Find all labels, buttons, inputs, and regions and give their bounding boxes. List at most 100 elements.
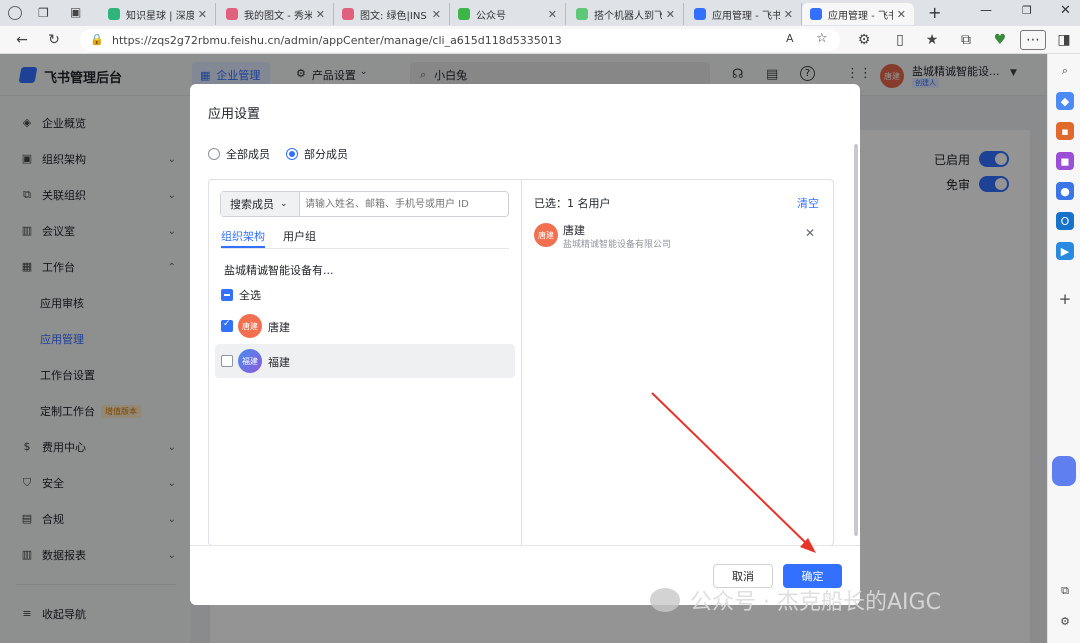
selected-summary: 已选：1 名用户 (534, 197, 611, 210)
office-icon[interactable]: ◼ (1056, 152, 1074, 170)
browser-tab[interactable]: 应用管理 - 飞书管 ✕ (802, 3, 914, 25)
modal-scrollbar[interactable] (854, 144, 858, 536)
copilot-icon[interactable]: ● (1056, 182, 1074, 200)
lock-icon: 🔒 (90, 33, 104, 46)
search-icon[interactable]: ⌕ (1056, 62, 1074, 80)
member-checkbox-checked[interactable]: ✓ (221, 319, 233, 332)
remove-user-icon[interactable]: ✕ (805, 226, 815, 240)
screenshot-icon[interactable]: ⧉ (1056, 582, 1074, 600)
new-tab-button[interactable]: + (928, 3, 941, 22)
radio-dot (208, 148, 220, 160)
tab-label: 知识星球 | 深度连 (126, 10, 194, 22)
back-icon[interactable]: ← (12, 30, 32, 50)
tab-label: 公众号 (476, 10, 506, 22)
watermark: 公众号 · 杰克船长的AIGC (650, 584, 941, 616)
search-type-select[interactable]: 搜索成员 ⌄ (221, 192, 300, 216)
outlook-icon[interactable]: O (1056, 212, 1074, 230)
tab-favicon-icon (694, 8, 706, 20)
selected-user-company: 盐城精诚智能设备有限公司 (563, 240, 672, 250)
tab-favicon-icon (576, 8, 588, 20)
annotation-arrow (651, 392, 816, 553)
select-all-label: 全选 (239, 289, 261, 302)
tab-favicon-icon (226, 8, 238, 20)
chevron-down-icon: ⌄ (280, 199, 288, 209)
browser-tab[interactable]: 应用管理 - 飞书管 ✕ (686, 3, 802, 25)
drop-icon[interactable]: ▶ (1056, 242, 1074, 260)
tab-user-group[interactable]: 用户组 (283, 228, 316, 244)
sidebar-toggle-icon[interactable]: ◨ (1054, 30, 1074, 50)
read-aloud-icon[interactable]: A (786, 32, 794, 45)
radio-dot-selected (286, 148, 298, 160)
member-name: 福建 (268, 356, 290, 369)
tab-close-icon[interactable]: ✕ (666, 8, 675, 21)
address-bar-row: ← ↻ 🔒 https://zqs2g72rbmu.feishu.cn/admi… (0, 26, 1080, 54)
collections-icon[interactable]: ⧉ (956, 30, 976, 50)
selected-user-name: 唐建 (563, 224, 585, 237)
tab-divider (221, 248, 509, 249)
browser-essentials-icon[interactable]: ♥ (990, 30, 1010, 50)
close-window-button[interactable]: ✕ (1060, 3, 1071, 18)
org-breadcrumb: 盐城精诚智能设备有... (224, 264, 334, 277)
member-row[interactable]: ✓ 唐建 唐建 (215, 309, 515, 343)
member-search-box: 搜索成员 ⌄ (220, 191, 509, 217)
tab-actions-icon[interactable]: ▣ (70, 5, 81, 19)
clear-button[interactable]: 清空 (797, 195, 819, 211)
radio-partial-label: 部分成员 (304, 148, 348, 161)
panel-divider (521, 180, 522, 545)
selected-user-avatar: 唐建 (534, 223, 558, 247)
browser-right-sidebar: ⌕ ◆ ▪ ◼ ● O ▶ + ⧉ ⚙ (1047, 54, 1080, 643)
browser-tab-bar: ❐ ▣ 知识星球 | 深度连 ✕ 我的图文 - 秀米XI ✕ 图文: 绿色|INS|简 ✕… (0, 0, 1080, 26)
radio-all-members[interactable]: 全部成员 (208, 146, 270, 162)
checkbox-indeterminate (221, 289, 233, 301)
toolbox-icon[interactable]: ▪ (1056, 122, 1074, 140)
tag-icon[interactable]: ◆ (1056, 92, 1074, 110)
member-name: 唐建 (268, 321, 290, 334)
tab-close-icon[interactable]: ✕ (548, 8, 557, 21)
tab-label: 我的图文 - 秀米XI (244, 10, 312, 22)
tab-favicon-icon (458, 8, 470, 20)
floating-assistant-icon[interactable] (1052, 456, 1076, 486)
url-field[interactable]: 🔒 https://zqs2g72rbmu.feishu.cn/admin/ap… (80, 29, 840, 51)
refresh-icon[interactable]: ↻ (44, 30, 64, 50)
tab-close-icon[interactable]: ✕ (198, 8, 207, 21)
modal-title: 应用设置 (208, 107, 261, 122)
tab-label: 应用管理 - 飞书管 (828, 10, 893, 22)
browser-tab[interactable]: 搭个机器人到飞书 ✕ (568, 3, 684, 25)
member-row[interactable]: 福建 福建 (215, 344, 515, 378)
settings-icon[interactable]: ⚙ (1056, 612, 1074, 630)
browser-tab[interactable]: 公众号 ✕ (450, 3, 566, 25)
workspaces-icon[interactable]: ❐ (38, 6, 49, 20)
member-checkbox[interactable] (221, 355, 233, 367)
browser-tab[interactable]: 图文: 绿色|INS|简 ✕ (334, 3, 450, 25)
restore-button[interactable]: ❐ (1022, 4, 1032, 17)
radio-all-label: 全部成员 (226, 148, 270, 161)
split-screen-icon[interactable]: ▯ (890, 30, 910, 50)
tab-close-icon[interactable]: ✕ (316, 8, 325, 21)
radio-partial-members[interactable]: 部分成员 (286, 146, 348, 162)
minimize-button[interactable]: — (980, 3, 992, 17)
browser-tab[interactable]: 我的图文 - 秀米XI ✕ (218, 3, 334, 25)
favorite-icon[interactable]: ☆ (816, 31, 828, 46)
tab-org-structure[interactable]: 组织架构 (221, 228, 265, 244)
tab-label: 图文: 绿色|INS|简 (360, 10, 428, 22)
member-search-input[interactable] (305, 195, 501, 213)
tab-close-icon[interactable]: ✕ (897, 8, 906, 21)
browser-tab[interactable]: 知识星球 | 深度连 ✕ (100, 3, 216, 25)
tab-close-icon[interactable]: ✕ (784, 8, 793, 21)
search-type-label: 搜索成员 (230, 198, 274, 211)
tab-label: 应用管理 - 飞书管 (712, 10, 780, 22)
member-avatar: 唐建 (238, 314, 262, 338)
tab-favicon-icon (810, 8, 822, 20)
tab-favicon-icon (108, 8, 120, 20)
member-avatar: 福建 (238, 349, 262, 373)
watermark-text: 公众号 · 杰克船长的AIGC (690, 590, 941, 615)
extensions-icon[interactable]: ⚙ (854, 30, 874, 50)
profile-icon[interactable] (8, 6, 22, 20)
favorites-icon[interactable]: ★ (922, 30, 942, 50)
tab-close-icon[interactable]: ✕ (432, 8, 441, 21)
select-all-checkbox[interactable]: 全选 (221, 287, 261, 303)
tab-favicon-icon (342, 8, 354, 20)
add-icon[interactable]: + (1056, 290, 1074, 308)
wechat-icon (650, 588, 680, 612)
more-menu-icon[interactable]: ⋯ (1020, 30, 1046, 50)
